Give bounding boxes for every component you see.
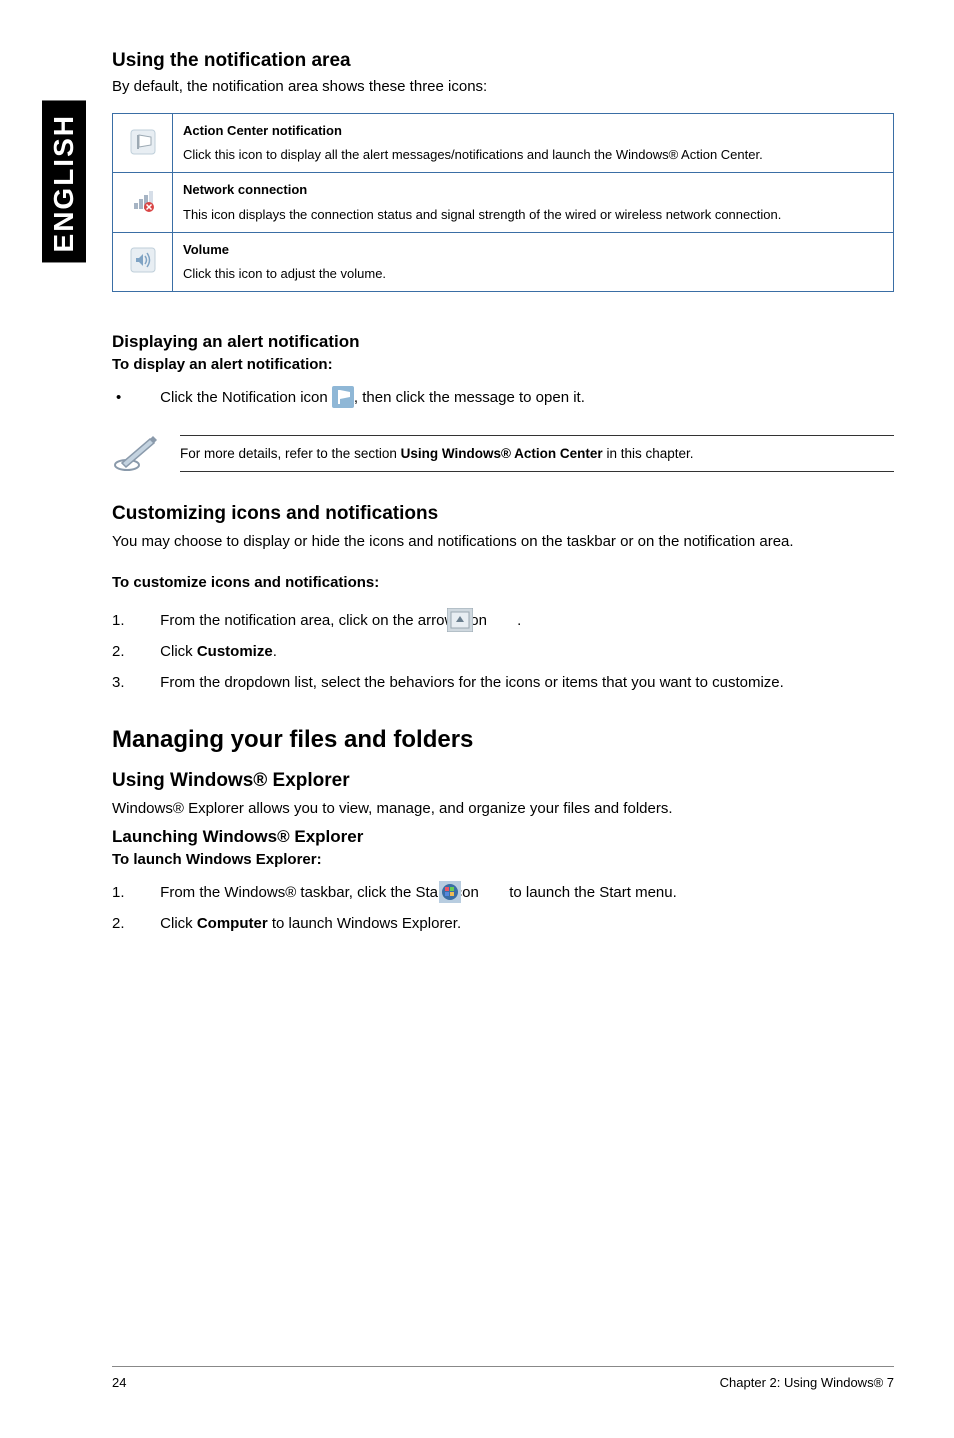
page-content: Using the notification area By default, … [112,0,894,935]
network-desc: Network connection This icon displays th… [173,173,894,232]
customize-steps: From the notification area, click on the… [112,609,894,694]
step-item: Click Computer to launch Windows Explore… [112,913,894,936]
network-icon-cell [113,173,173,232]
step-item: From the notification area, click on the… [112,609,894,633]
volume-desc: Volume Click this icon to adjust the vol… [173,232,894,291]
note-part2: in this chapter. [603,446,694,461]
notification-icons-table: Action Center notification Click this ic… [112,113,894,292]
exp-step2c: to launch Windows Explorer. [268,915,461,932]
page-footer: 24 Chapter 2: Using Windows® 7 [112,1366,894,1390]
page-number: 24 [112,1375,126,1390]
exp-step1b: to launch the Start menu. [509,884,677,901]
volume-icon-cell [113,232,173,291]
volume-title: Volume [183,241,883,259]
note-pen-icon [112,433,162,473]
bullet-text-1: Click the Notification icon [160,389,332,406]
table-row: Action Center notification Click this ic… [113,114,894,173]
bullet-list: Click the Notification icon , then click… [112,387,894,409]
explorer-steps: From the Windows® taskbar, click the Sta… [112,882,894,935]
heading-notification-area: Using the notification area [112,50,894,72]
bullet-text-2: , then click the message to open it. [354,389,585,406]
step-item: Click Customize. [112,641,894,664]
to-display-alert: To display an alert notification: [112,356,894,373]
exp-step1a: From the Windows® taskbar, click the Sta… [160,884,483,901]
step2b: Customize [197,643,273,660]
arrow-up-icon [491,608,517,632]
heading-customize: Customizing icons and notifications [112,503,894,525]
network-text: This icon displays the connection status… [183,207,781,222]
to-launch-explorer: To launch Windows Explorer: [112,851,894,868]
chapter-title: Chapter 2: Using Windows® 7 [720,1375,894,1390]
exp-step2b: Computer [197,915,268,932]
action-center-icon-cell [113,114,173,173]
volume-text: Click this icon to adjust the volume. [183,266,386,281]
bullet-item: Click the Notification icon , then click… [112,387,894,409]
action-center-icon [129,128,157,156]
network-title: Network connection [183,181,883,199]
step-item: From the dropdown list, select the behav… [112,672,894,695]
intro-explorer: Windows® Explorer allows you to view, ma… [112,798,894,819]
step3: From the dropdown list, select the behav… [160,674,784,691]
note-bold: Using Windows® Action Center [401,446,603,461]
notification-flag-icon [332,386,354,408]
table-row: Network connection This icon displays th… [113,173,894,232]
language-side-tab: ENGLISH [42,100,86,262]
note-part1: For more details, refer to the section [180,446,401,461]
start-orb-icon [483,881,505,903]
action-center-text: Click this icon to display all the alert… [183,147,763,162]
intro-notification-area: By default, the notification area shows … [112,78,894,95]
step-item: From the Windows® taskbar, click the Sta… [112,882,894,905]
heading-manage-files: Managing your files and folders [112,726,894,754]
step2c: . [273,643,277,660]
volume-icon [129,246,157,274]
heading-display-alert: Displaying an alert notification [112,332,894,352]
step1-text: From the notification area, click on the… [160,612,491,629]
step1-end: . [517,612,521,629]
step2a: Click [160,643,197,660]
heading-launch-explorer: Launching Windows® Explorer [112,827,894,847]
network-icon [129,187,157,215]
table-row: Volume Click this icon to adjust the vol… [113,232,894,291]
intro-customize: You may choose to display or hide the ic… [112,531,894,552]
action-center-desc: Action Center notification Click this ic… [173,114,894,173]
note-row: For more details, refer to the section U… [112,433,894,473]
action-center-title: Action Center notification [183,122,883,140]
note-text: For more details, refer to the section U… [180,435,894,472]
exp-step2a: Click [160,915,197,932]
to-customize: To customize icons and notifications: [112,574,894,591]
heading-using-explorer: Using Windows® Explorer [112,770,894,792]
